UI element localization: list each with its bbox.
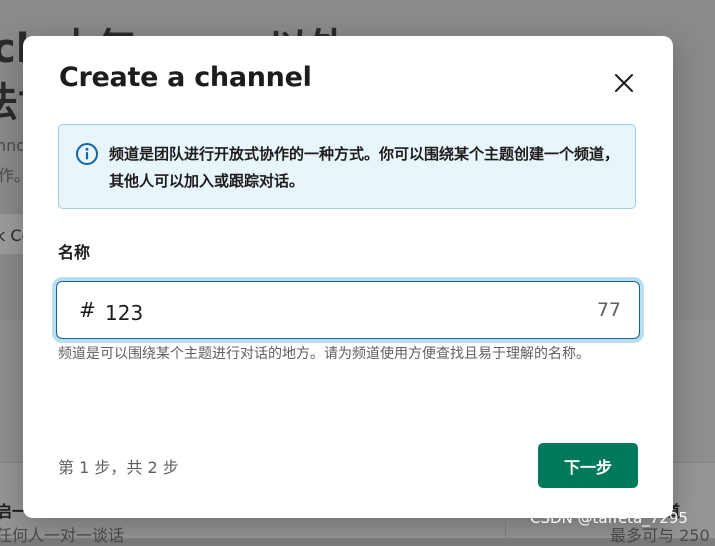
info-icon — [75, 142, 99, 166]
character-counter: 77 — [596, 299, 621, 321]
create-channel-modal: Create a channel 频道是团队进行开放式协作的一种方式。你可以围绕… — [23, 36, 673, 518]
close-button[interactable] — [611, 70, 637, 96]
step-indicator: 第 1 步，共 2 步 — [58, 458, 179, 477]
name-label: 名称 — [58, 243, 91, 262]
modal-title: Create a channel — [59, 62, 312, 93]
channel-name-input[interactable] — [105, 301, 565, 325]
help-text: 频道是可以围绕某个主题进行对话的地方。请为频道使用方便查找且易于理解的名称。 — [58, 346, 590, 362]
next-button[interactable]: 下一步 — [538, 443, 638, 488]
watermark: CSDN @taffeta_7295 — [530, 509, 688, 527]
background-text: 任何人一对一谈话 — [0, 526, 125, 545]
info-text: 频道是团队进行开放式协作的一种方式。你可以围绕某个主题创建一个频道，其他人可以加… — [109, 145, 620, 190]
info-banner: 频道是团队进行开放式协作的一种方式。你可以围绕某个主题创建一个频道，其他人可以加… — [58, 124, 636, 209]
hash-prefix: # — [79, 298, 96, 322]
close-icon — [615, 74, 633, 92]
channel-name-field[interactable]: # 77 — [56, 281, 640, 339]
